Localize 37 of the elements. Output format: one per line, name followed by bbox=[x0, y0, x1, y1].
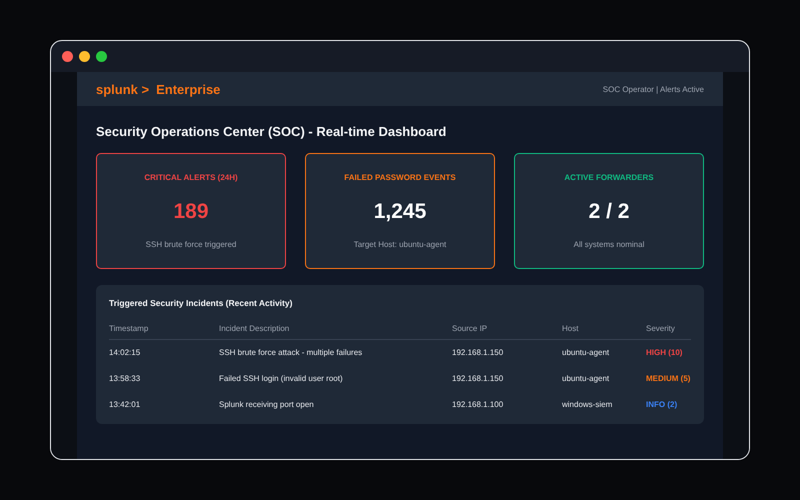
severity-label: HIGH (10) bbox=[646, 348, 682, 357]
card-value: 1,245 bbox=[374, 200, 426, 224]
table-cell: Splunk receiving port open bbox=[219, 400, 314, 409]
card-title: ACTIVE FORWARDERS bbox=[564, 173, 654, 182]
card-note: All systems nominal bbox=[574, 240, 644, 249]
status-text: SOC Operator | Alerts Active bbox=[602, 84, 704, 94]
table-cell: ubuntu-agent bbox=[562, 374, 610, 383]
card-value: 189 bbox=[173, 200, 209, 224]
column-header: Severity bbox=[646, 320, 691, 340]
severity-label: INFO (2) bbox=[646, 400, 678, 409]
panel-title: Triggered Security Incidents (Recent Activity) bbox=[109, 298, 294, 308]
window-close-button[interactable] bbox=[62, 51, 73, 62]
card-title: FAILED PASSWORD EVENTS bbox=[344, 173, 456, 182]
table-cell: 13:42:01 bbox=[109, 400, 140, 409]
window-maximize-button[interactable] bbox=[96, 51, 107, 62]
table-cell: ubuntu-agent bbox=[562, 348, 610, 357]
column-header: Incident Description bbox=[219, 320, 452, 340]
card-note: SSH brute force triggered bbox=[146, 240, 236, 249]
table-cell: windows-siem bbox=[562, 400, 612, 409]
table-cell: Failed SSH login (invalid user root) bbox=[219, 374, 343, 383]
column-header: Source IP bbox=[452, 320, 562, 340]
table-cell: 192.168.1.150 bbox=[452, 374, 504, 383]
card-value: 2 / 2 bbox=[588, 200, 630, 224]
product-name: Enterprise bbox=[156, 82, 220, 96]
card-title: CRITICAL ALERTS (24H) bbox=[144, 173, 238, 182]
brand-logo: splunk > bbox=[96, 82, 150, 96]
severity-label: MEDIUM (5) bbox=[646, 374, 690, 383]
page-title: Security Operations Center (SOC) - Real-time Dashboard bbox=[96, 124, 448, 139]
table-cell: 14:02:15 bbox=[109, 348, 140, 357]
table-cell: 192.168.1.150 bbox=[452, 348, 504, 357]
table-cell: 13:58:33 bbox=[109, 374, 140, 383]
window-minimize-button[interactable] bbox=[79, 51, 90, 62]
column-header: Timestamp bbox=[109, 320, 219, 340]
table-cell: 192.168.1.100 bbox=[452, 400, 504, 409]
column-header: Host bbox=[562, 320, 646, 340]
card-note: Target Host: ubuntu-agent bbox=[354, 240, 446, 249]
table-cell: SSH brute force attack - multiple failures bbox=[219, 348, 362, 357]
